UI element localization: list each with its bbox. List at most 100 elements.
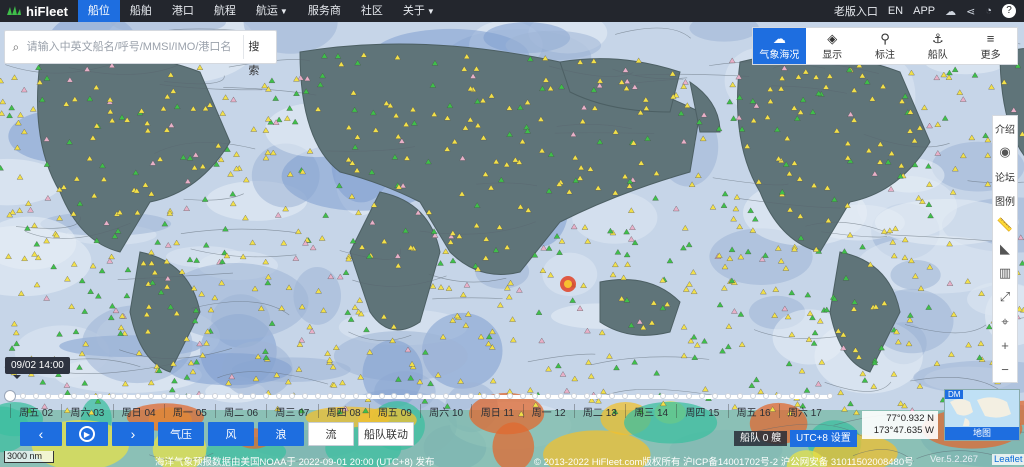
timeline-step[interactable]	[276, 393, 283, 399]
timeline-step[interactable]	[698, 393, 705, 399]
timeline-step[interactable]	[45, 393, 52, 399]
timeline-step[interactable]	[301, 393, 308, 399]
timeline-step[interactable]	[711, 393, 718, 399]
bell-icon[interactable]: ◔	[985, 5, 992, 17]
side-zoom-in-button[interactable]: +	[993, 334, 1017, 358]
toolbar-menu-button[interactable]: ≡ 更多	[964, 28, 1017, 64]
timeline-step[interactable]	[122, 393, 129, 399]
side-locate-button[interactable]: ⌖	[993, 310, 1017, 334]
timeline-step[interactable]	[545, 393, 552, 399]
timeline-step[interactable]	[647, 393, 654, 399]
timeline-step[interactable]	[724, 393, 731, 399]
timeline-step[interactable]	[378, 393, 385, 399]
timeline-day[interactable]: 周一 12	[522, 404, 574, 419]
timeline-step[interactable]	[288, 393, 295, 399]
timeline-step[interactable]	[96, 393, 103, 399]
timeline-step[interactable]	[135, 393, 142, 399]
wind-button[interactable]: 风	[208, 422, 254, 446]
timeline-step[interactable]	[481, 393, 488, 399]
timeline-step[interactable]	[750, 393, 757, 399]
timeline-step[interactable]	[557, 393, 564, 399]
share-icon[interactable]: ⋖	[966, 5, 975, 18]
timeline-handle[interactable]	[4, 390, 16, 402]
old-version-link[interactable]: 老版入口	[834, 3, 878, 19]
timeline-day[interactable]: 周五 16	[727, 404, 779, 419]
nav-item-4[interactable]: 航运 ▼	[246, 0, 298, 22]
timeline-step[interactable]	[583, 393, 590, 399]
timeline-day[interactable]: 周日 04	[112, 404, 164, 419]
timeline-step[interactable]	[417, 393, 423, 399]
fleet-count[interactable]: 船队 0 艘	[734, 431, 788, 446]
timeline-step[interactable]	[224, 393, 231, 399]
side-ruler-button[interactable]: 📏	[993, 213, 1017, 237]
timeline-step[interactable]	[570, 393, 577, 399]
timeline-step[interactable]	[160, 393, 167, 399]
timeline-step[interactable]	[212, 393, 218, 399]
timeline-step[interactable]	[340, 393, 347, 399]
timeline-day[interactable]: 周五 02	[10, 404, 61, 419]
app-link[interactable]: APP	[913, 5, 935, 17]
timeline-step[interactable]	[391, 393, 398, 399]
timeline-step[interactable]	[186, 393, 193, 399]
side-fullscreen-button[interactable]: ⤢	[993, 285, 1017, 309]
timeline-step[interactable]	[493, 393, 500, 399]
search-input[interactable]	[26, 35, 244, 59]
timeline-step[interactable]	[58, 393, 65, 399]
side-tool-2[interactable]: 论坛	[993, 164, 1017, 188]
timeline-step[interactable]	[673, 393, 680, 399]
nav-item-7[interactable]: 关于 ▼	[393, 0, 445, 22]
toolbar-weather-button[interactable]: ☁ 气象海况	[753, 28, 806, 64]
minimap-label[interactable]: 地图	[945, 427, 1019, 440]
timeline-step[interactable]	[109, 393, 116, 399]
brand[interactable]: hiFleet	[0, 0, 78, 22]
minimap[interactable]: DM 地图	[944, 389, 1020, 441]
timeline-step[interactable]	[660, 393, 667, 399]
timeline-day[interactable]: 周四 15	[676, 404, 727, 419]
timeline-step[interactable]	[429, 393, 436, 399]
timeline-step[interactable]	[455, 393, 462, 399]
utc-settings-button[interactable]: UTC+8 设置	[790, 430, 857, 447]
timeline-day[interactable]: 周六 10	[420, 404, 471, 419]
side-tool-3[interactable]: 图例	[993, 189, 1017, 213]
side-chart-button[interactable]: ▥	[993, 261, 1017, 285]
side-eye-button[interactable]: ◉	[993, 140, 1017, 164]
timeline-step[interactable]	[737, 393, 744, 399]
wave-button[interactable]: 浪	[258, 422, 304, 446]
timeline-step[interactable]	[532, 393, 539, 399]
timeline-step[interactable]	[147, 393, 154, 399]
timeline-track[interactable]	[4, 390, 833, 402]
fleet-link-button[interactable]: 船队联动	[358, 422, 414, 446]
play-button[interactable]: ▶	[66, 422, 108, 446]
nav-item-5[interactable]: 服务商	[298, 0, 351, 22]
timeline-step[interactable]	[263, 393, 270, 399]
timeline-step[interactable]	[352, 393, 359, 399]
timeline-step[interactable]	[519, 393, 526, 399]
timeline-step[interactable]	[622, 393, 628, 399]
timeline-day[interactable]: 周一 05	[163, 404, 215, 419]
current-button[interactable]: 流	[308, 422, 354, 446]
timeline-step[interactable]	[634, 393, 641, 399]
timeline-step[interactable]	[762, 393, 769, 399]
timeline-day[interactable]: 周三 07	[266, 404, 317, 419]
timeline-step[interactable]	[596, 393, 603, 399]
nav-item-6[interactable]: 社区	[351, 0, 393, 22]
side-zoom-out-button[interactable]: −	[993, 358, 1017, 382]
nav-item-3[interactable]: 航程	[204, 0, 246, 22]
language-en-link[interactable]: EN	[888, 5, 903, 17]
side-angle-button[interactable]: ◣	[993, 237, 1017, 261]
nav-item-0[interactable]: 船位	[77, 0, 120, 22]
timeline-step[interactable]	[442, 393, 449, 399]
timeline-step[interactable]	[237, 393, 244, 399]
timeline-step[interactable]	[775, 393, 782, 399]
pressure-button[interactable]: 气压	[158, 422, 204, 446]
timeline-day[interactable]: 周二 13	[573, 404, 625, 419]
timeline-step[interactable]	[250, 393, 257, 399]
timeline-day[interactable]: 周三 14	[625, 404, 676, 419]
timeline-step[interactable]	[199, 393, 206, 399]
side-tool-0[interactable]: 介绍	[993, 116, 1017, 140]
timeline-step[interactable]	[404, 393, 411, 399]
toolbar-layers-button[interactable]: ◈ 显示	[806, 28, 859, 64]
nav-item-1[interactable]: 船舶	[120, 0, 162, 22]
timeline-step[interactable]	[686, 393, 693, 399]
timeline-step[interactable]	[814, 393, 821, 399]
